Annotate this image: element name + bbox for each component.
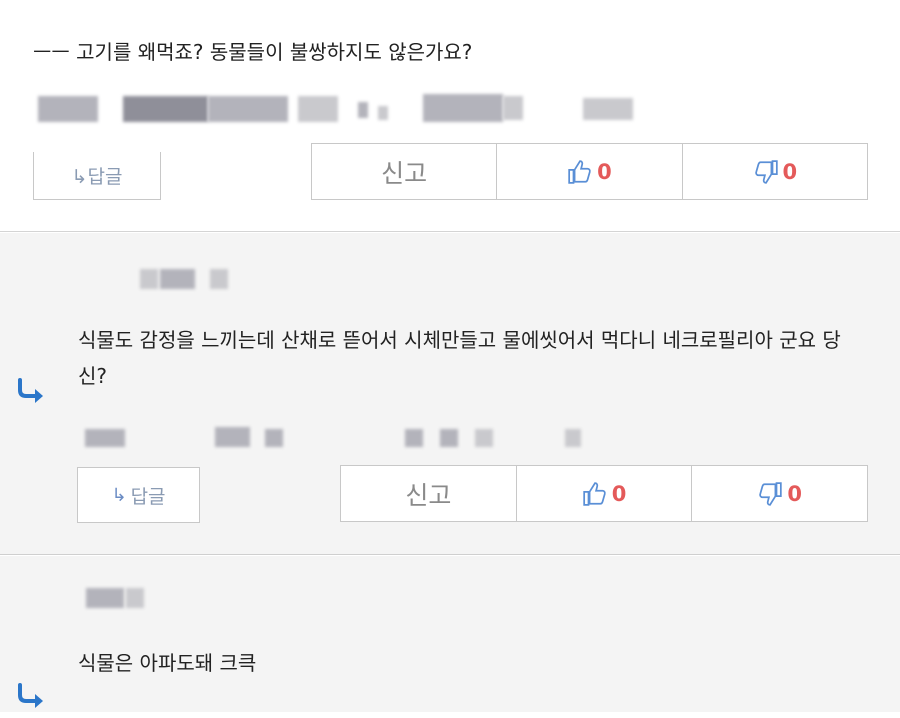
report-button[interactable]: 신고 <box>312 144 496 199</box>
comment-text: 식물은 아파도돼 크큭 <box>78 651 257 675</box>
blurred-metadata <box>70 425 590 455</box>
dislike-count: 0 <box>787 481 802 506</box>
blurred-author <box>86 586 166 616</box>
like-button[interactable]: 0 <box>515 466 692 521</box>
reply-arrow-icon: ↳ <box>111 484 127 506</box>
comment-3 <box>0 556 900 712</box>
thumbs-up-icon <box>582 481 608 507</box>
like-button[interactable]: 0 <box>496 144 681 199</box>
thumbs-down-icon <box>753 159 779 185</box>
reply-label: ↳답글 <box>71 166 123 188</box>
thumbs-up-icon <box>567 159 593 185</box>
comment-text: ㅡㅡ 고기를 왜먹죠? 동물들이 불쌍하지도 않은가요? <box>33 40 473 64</box>
like-count: 0 <box>611 481 627 506</box>
reply-arrow-icon <box>16 378 48 413</box>
reply-button[interactable]: ↳답글 <box>33 152 161 200</box>
comment-actions: 신고 0 0 <box>311 143 868 200</box>
blurred-author <box>140 267 240 297</box>
reply-arrow-icon <box>16 683 48 718</box>
comment-actions: 신고 0 0 <box>340 465 868 522</box>
report-button[interactable]: 신고 <box>341 466 516 521</box>
comment-1: ㅡㅡ 고기를 왜먹죠? 동물들이 불쌍하지도 않은가요? ↳답글 신고 0 0 <box>0 0 900 232</box>
like-count: 0 <box>597 159 612 184</box>
blurred-metadata <box>33 92 643 122</box>
dislike-button[interactable]: 0 <box>691 466 867 521</box>
dislike-count: 0 <box>782 159 798 184</box>
reply-label: 답글 <box>130 485 166 508</box>
dislike-button[interactable]: 0 <box>681 144 867 199</box>
comment-text: 식물도 감정을 느끼는데 산채로 뜯어서 시체만들고 물에씻어서 먹다니 네크로… <box>78 328 841 388</box>
thumbs-down-icon <box>757 481 783 507</box>
comment-2: ↳ 답글 신고 0 0 <box>0 233 900 555</box>
reply-button[interactable]: ↳ 답글 <box>77 467 200 523</box>
